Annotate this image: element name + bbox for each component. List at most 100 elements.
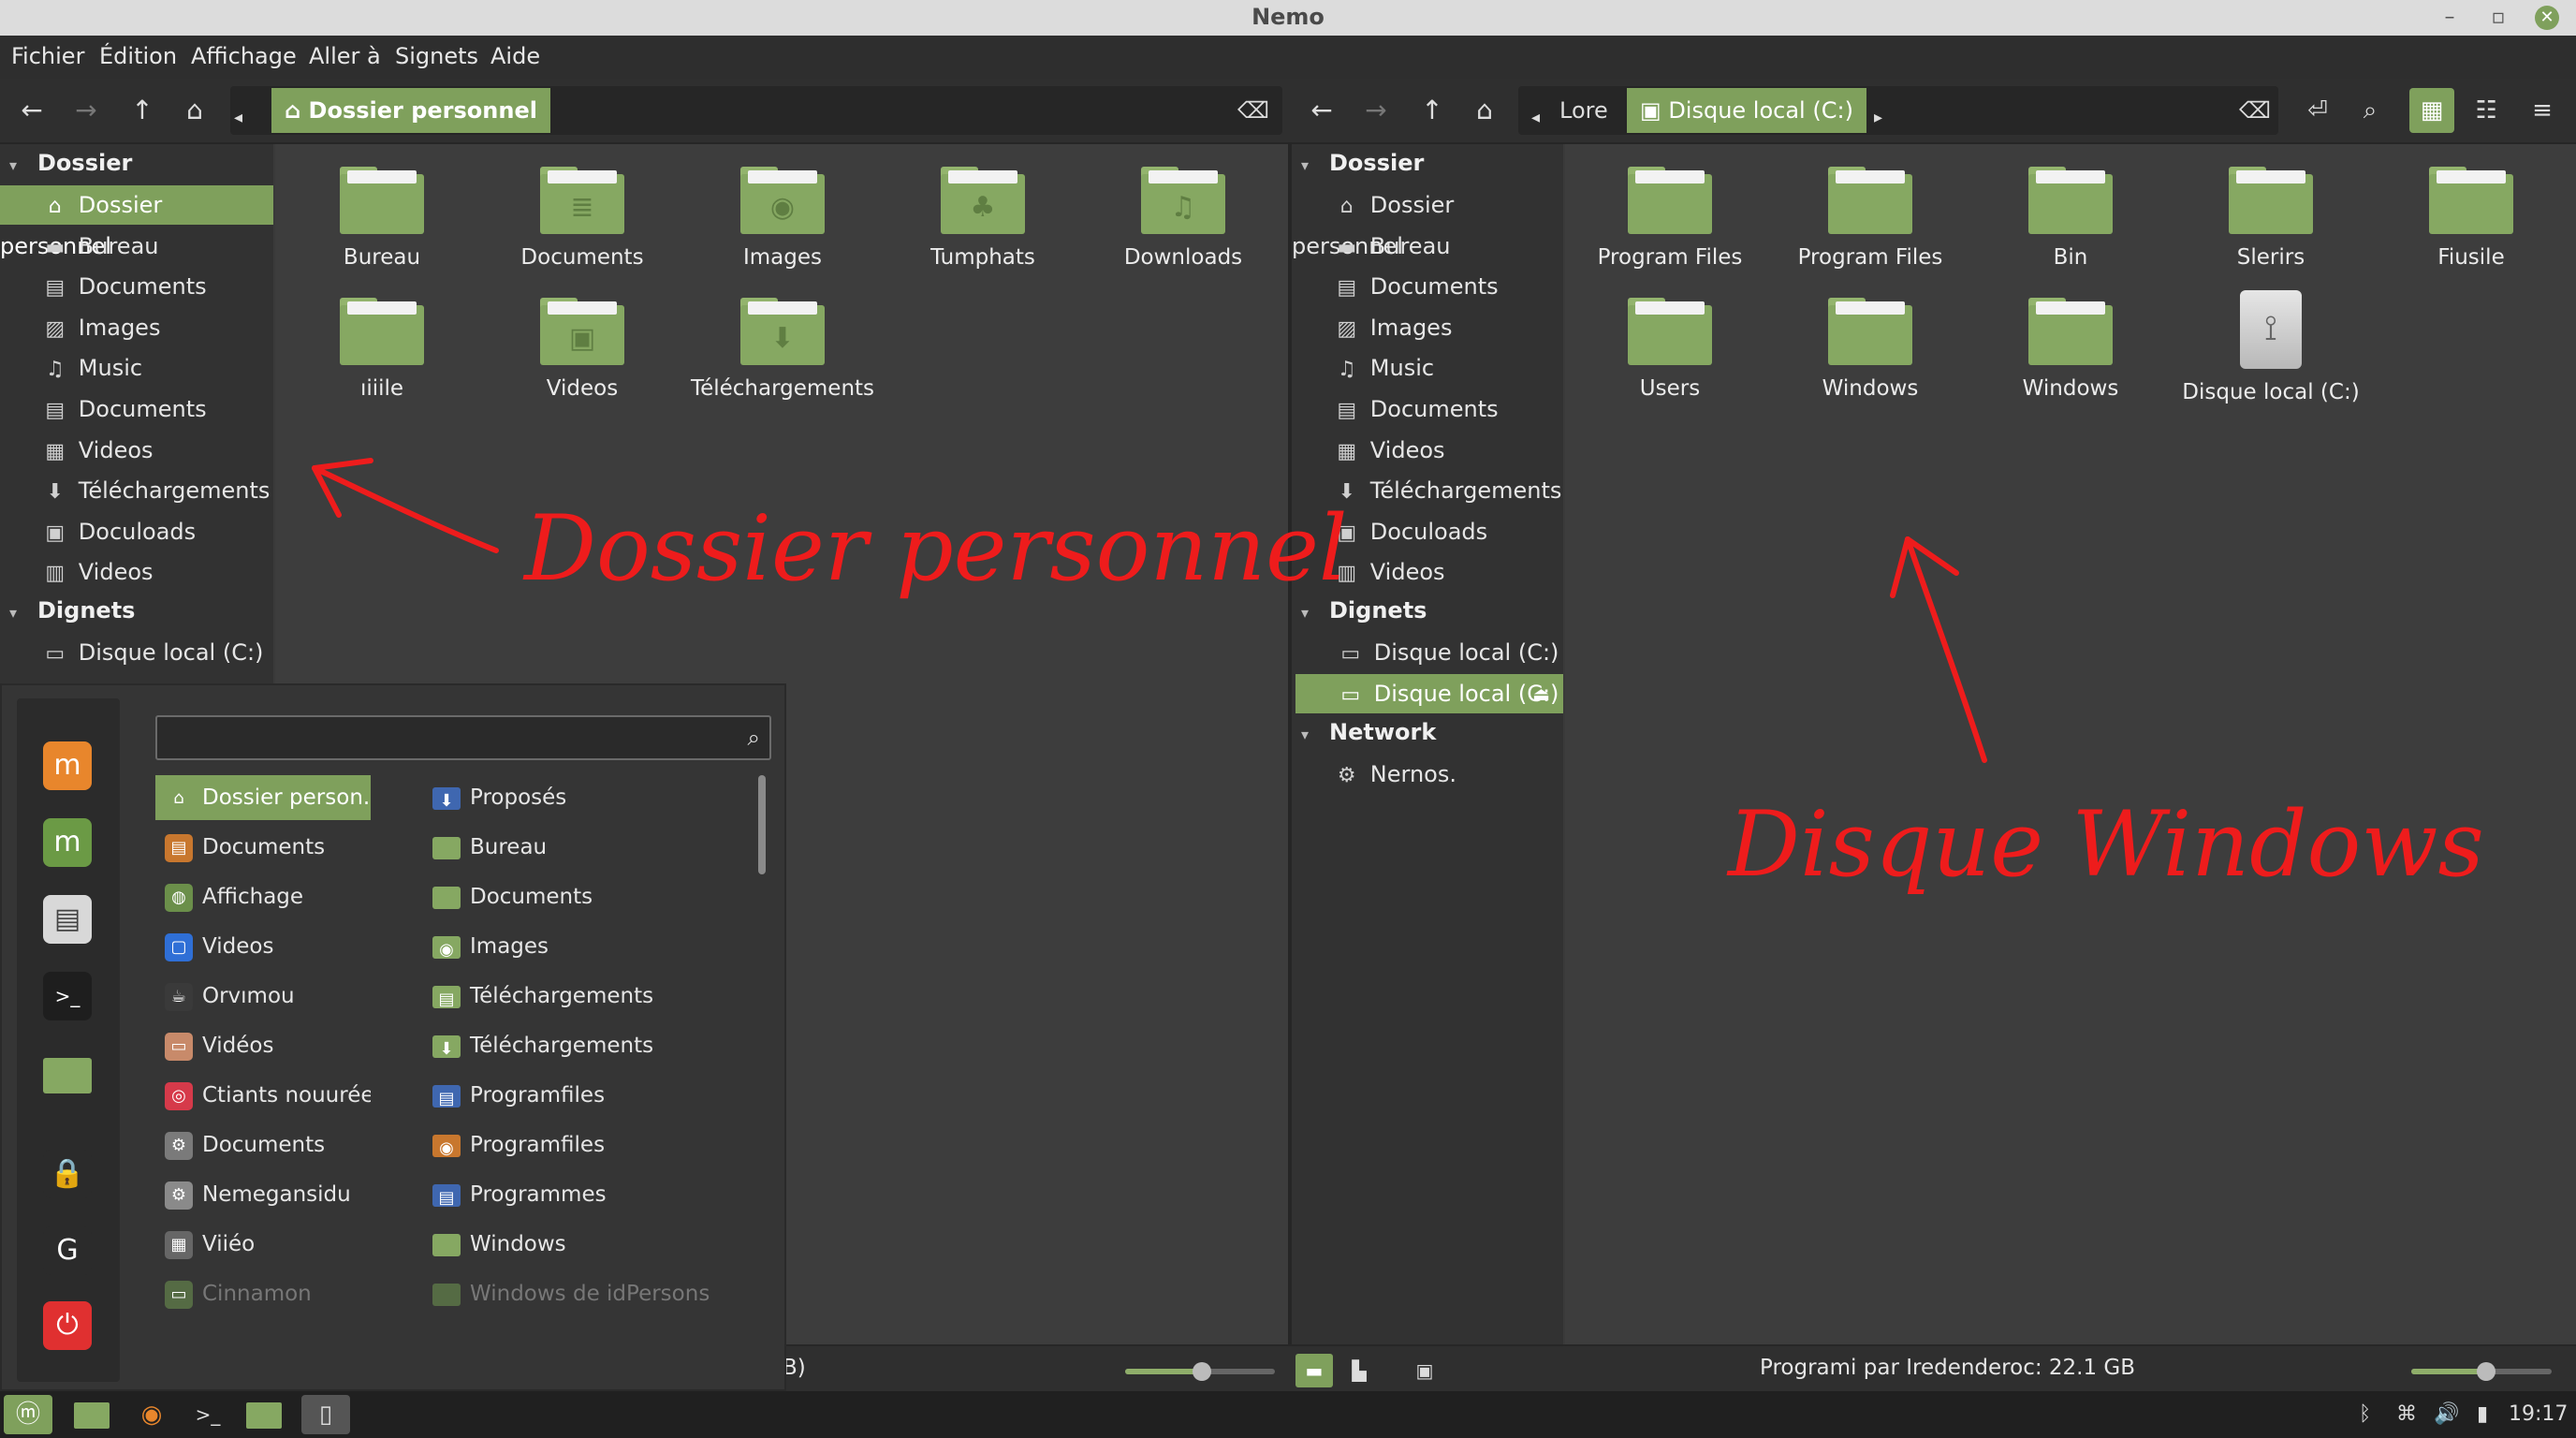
slider-knob[interactable] xyxy=(1193,1362,1211,1381)
menu-mint-icon[interactable]: ⓜ xyxy=(4,1395,52,1434)
folder-icon[interactable] xyxy=(43,1058,92,1093)
right-zoom-slider[interactable] xyxy=(2411,1362,2552,1381)
right-status-text: Programi par Iredenderoc: 22.1 GB xyxy=(1760,1356,2136,1380)
app-programfiles[interactable]: ◉ Programfiles xyxy=(423,1123,741,1167)
slider-fill xyxy=(1125,1369,1200,1374)
category-icon: ▤ xyxy=(165,833,193,862)
mint-icon[interactable]: m xyxy=(43,741,92,790)
volume-icon[interactable]: 🔊 xyxy=(2434,1402,2459,1426)
search-box[interactable]: ⌕ xyxy=(155,715,771,760)
taskbar: ⓜ ◉ >_ ▯ ᛒ ⌘ 🔊 ▮ 19:17 xyxy=(0,1391,2576,1438)
mintupdate-icon[interactable]: m xyxy=(43,818,92,867)
battery-icon[interactable]: ▮ xyxy=(2477,1402,2488,1426)
annotation-arrow-left xyxy=(312,458,499,553)
category-label: Documents xyxy=(202,835,326,859)
clock[interactable]: 19:17 xyxy=(2509,1402,2568,1426)
settings-icon[interactable]: ▤ xyxy=(43,895,92,944)
category-label: Videos xyxy=(202,934,274,959)
category-videos[interactable]: ▭ Vidéos xyxy=(155,1023,371,1068)
app-programmes[interactable]: ▤ Programmes xyxy=(423,1172,741,1217)
app-icon xyxy=(432,1233,461,1256)
app-windows-de-idpersons[interactable]: Windows de idPersons xyxy=(423,1271,741,1316)
category-cinnamon[interactable]: ▭ Cinnamon xyxy=(155,1271,371,1316)
slider-fill xyxy=(2411,1369,2484,1374)
category-icon: ◎ xyxy=(165,1081,193,1110)
app-label: Proposés xyxy=(470,785,567,810)
category-icon: ▢ xyxy=(165,932,193,961)
category-documents[interactable]: ⚙ Documents xyxy=(155,1123,371,1167)
category-documents[interactable]: ▤ Documents xyxy=(155,825,371,870)
app-icon: ⬇ xyxy=(432,1034,461,1059)
app-icon: ⬇ xyxy=(432,786,461,811)
show-places-icon[interactable]: ▬ xyxy=(1295,1354,1333,1387)
category-label: Documents xyxy=(202,1133,326,1157)
left-zoom-slider[interactable] xyxy=(1125,1362,1275,1381)
annotation-left-label: Dossier personnel xyxy=(524,496,1348,601)
app-label: Windows xyxy=(470,1232,566,1256)
category-icon: ▭ xyxy=(165,1280,193,1309)
app-label: Programfiles xyxy=(470,1083,606,1108)
category-videos[interactable]: ▢ Videos xyxy=(155,924,371,969)
category-icon: ☕ xyxy=(165,982,193,1011)
terminal-icon[interactable]: >_ xyxy=(187,1395,228,1434)
hide-sidebar-icon[interactable]: ▣ xyxy=(1406,1354,1443,1387)
show-tree-icon[interactable]: ▙ xyxy=(1340,1354,1378,1387)
category-ctiants-nouuree[interactable]: ◎ Ctiants nouurée xyxy=(155,1073,371,1118)
bluetooth-icon[interactable]: ᛒ xyxy=(2359,1402,2371,1426)
category-label: Affichage xyxy=(202,885,304,909)
app-images[interactable]: ◉ Images xyxy=(423,924,741,969)
app-icon: ▤ xyxy=(432,1084,461,1108)
network-icon[interactable]: ⌘ xyxy=(2396,1402,2417,1426)
app-label: Téléchargements xyxy=(470,984,654,1008)
category-orv-mou[interactable]: ☕ Orvımou xyxy=(155,974,371,1019)
app-label: Programmes xyxy=(470,1182,607,1207)
app-icon xyxy=(432,836,461,859)
category-nemegansidu[interactable]: ⚙ Nemegansidu xyxy=(155,1172,371,1217)
app-label: Téléchargements xyxy=(470,1034,654,1058)
search-input[interactable] xyxy=(167,723,713,755)
category-label: Viiéo xyxy=(202,1232,256,1256)
app-icon: ◉ xyxy=(432,935,461,960)
app-label: Bureau xyxy=(470,835,548,859)
lock-icon[interactable]: 🔒 xyxy=(43,1150,92,1198)
start-menu: m m ▤ >_ 🔒 G ⏻ ⌕ ⌂ Dossier person.. ▤ Documents ◍ A… xyxy=(0,683,786,1391)
app-icon: ▤ xyxy=(432,1183,461,1208)
app-icon xyxy=(432,886,461,909)
apps-scrollbar[interactable] xyxy=(758,775,766,874)
app-label: Images xyxy=(470,934,549,959)
category-icon: ⚙ xyxy=(165,1131,193,1160)
app-windows[interactable]: Windows xyxy=(423,1222,741,1267)
app-telechargements[interactable]: ▤ Téléchargements xyxy=(423,974,741,1019)
app-programfiles[interactable]: ▤ Programfiles xyxy=(423,1073,741,1118)
category-affichage[interactable]: ◍ Affichage xyxy=(155,874,371,919)
category-label: Vidéos xyxy=(202,1034,274,1058)
terminal-icon[interactable]: >_ xyxy=(43,972,92,1020)
category-dossier-person[interactable]: ⌂ Dossier person.. xyxy=(155,775,371,820)
category-viieo[interactable]: ▦ Viiéo xyxy=(155,1222,371,1267)
app-label: Windows de idPersons xyxy=(470,1282,710,1306)
app-icon xyxy=(432,1283,461,1306)
category-label: Orvımou xyxy=(202,984,295,1008)
category-label: Ctiants nouurée xyxy=(202,1083,371,1108)
app-label: Documents xyxy=(470,885,593,909)
category-icon: ▭ xyxy=(165,1032,193,1061)
app-proposes[interactable]: ⬇ Proposés xyxy=(423,775,741,820)
annotation-right-label: Disque Windows xyxy=(1728,792,2484,897)
search-icon: ⌕ xyxy=(747,725,760,751)
nemo-window-icon[interactable]: ▯ xyxy=(301,1395,350,1434)
files-icon[interactable] xyxy=(243,1395,285,1434)
show-desktop-icon[interactable] xyxy=(71,1395,112,1434)
category-label: Cinnamon xyxy=(202,1282,312,1306)
category-icon: ▦ xyxy=(165,1230,193,1259)
firefox-icon[interactable]: ◉ xyxy=(131,1395,172,1434)
category-icon: ◍ xyxy=(165,883,193,912)
power-icon[interactable]: ⏻ xyxy=(43,1301,92,1350)
category-label: Dossier person.. xyxy=(202,785,371,810)
app-documents[interactable]: Documents xyxy=(423,874,741,919)
app-icon: ◉ xyxy=(432,1134,461,1158)
category-label: Nemegansidu xyxy=(202,1182,351,1207)
app-bureau[interactable]: Bureau xyxy=(423,825,741,870)
logout-icon[interactable]: G xyxy=(43,1226,92,1275)
slider-knob[interactable] xyxy=(2477,1362,2496,1381)
app-telechargements[interactable]: ⬇ Téléchargements xyxy=(423,1023,741,1068)
